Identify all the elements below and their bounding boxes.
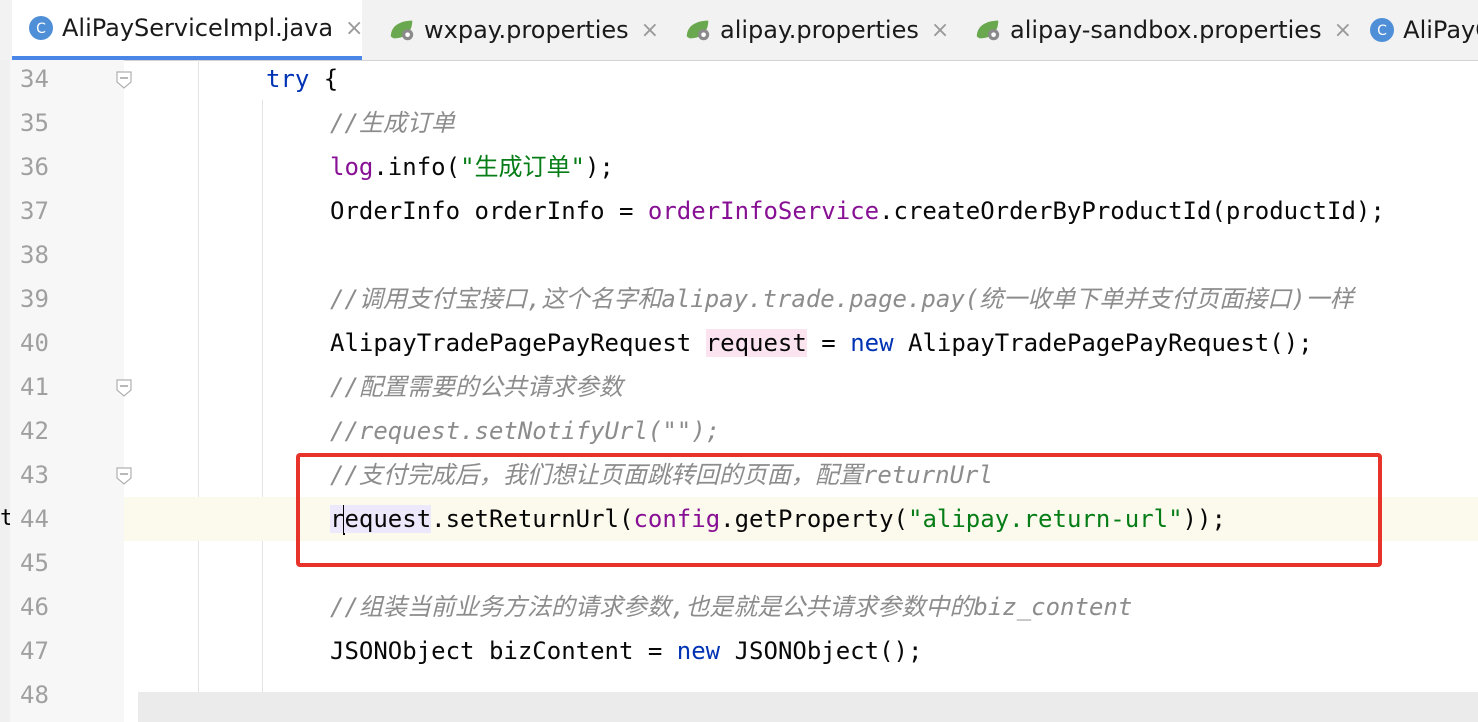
code-line[interactable] xyxy=(0,233,1478,277)
code-text: //配置需要的公共请求参数 xyxy=(330,365,623,409)
svg-text:C: C xyxy=(36,21,46,37)
code-text: //调用支付宝接口,这个名字和alipay.trade.page.pay(统一收… xyxy=(330,277,1354,321)
code-token: JSONObject bizContent = xyxy=(330,637,677,665)
code-text: AlipayTradePagePayRequest request = new … xyxy=(330,321,1313,365)
tab-label: alipay-sandbox.properties xyxy=(1010,16,1322,44)
code-token: //调用支付宝接口,这个名字和alipay.trade.page.pay(统一收… xyxy=(330,285,1354,313)
line-number: 42 xyxy=(20,417,49,445)
line-number: 36 xyxy=(20,153,49,181)
code-token: //生成订单 xyxy=(330,109,455,137)
line-number: 45 xyxy=(20,549,49,577)
editor-tab[interactable]: C AliPayC xyxy=(1352,0,1478,60)
line-number: 35 xyxy=(20,109,49,137)
horizontal-scrollbar[interactable] xyxy=(138,692,1478,722)
tab-label: AliPayServiceImpl.java xyxy=(62,14,334,42)
code-line[interactable] xyxy=(0,57,1478,101)
code-token: try xyxy=(266,65,310,93)
line-number: 41 xyxy=(20,373,49,401)
code-token: new xyxy=(676,637,721,665)
svg-text:C: C xyxy=(1377,23,1387,39)
code-token: log xyxy=(330,153,374,181)
editor-tab[interactable]: alipay.properties × xyxy=(668,0,949,60)
properties-file-icon xyxy=(974,16,1002,44)
line-number: 39 xyxy=(20,285,49,313)
fold-marker-icon[interactable] xyxy=(116,467,132,485)
code-token: .createOrderByProductId(productId); xyxy=(879,197,1385,225)
code-token: new xyxy=(850,329,894,357)
code-token: //组装当前业务方法的请求参数,也是就是公共请求参数中的biz_content xyxy=(330,593,1133,621)
code-token: AlipayTradePagePayRequest(); xyxy=(893,329,1313,357)
code-text: //request.setNotifyUrl(""); xyxy=(330,409,720,453)
fold-marker-icon[interactable] xyxy=(116,71,132,89)
properties-file-icon xyxy=(388,16,416,44)
tab-label: wxpay.properties xyxy=(424,16,629,44)
code-token: OrderInfo orderInfo = xyxy=(330,197,648,225)
editor-tab[interactable]: C AliPayServiceImpl.java × xyxy=(12,0,363,60)
editor-tab[interactable]: wxpay.properties × xyxy=(372,0,659,60)
editor-tab-bar: C AliPayServiceImpl.java × wxpay.properties… xyxy=(0,0,1478,61)
code-line[interactable] xyxy=(0,409,1478,453)
close-tab-icon[interactable]: × xyxy=(931,18,949,43)
code-token: = xyxy=(806,329,851,357)
code-token: //配置需要的公共请求参数 xyxy=(330,373,623,401)
properties-file-icon xyxy=(684,16,712,44)
line-number: 44 xyxy=(20,505,49,533)
code-token: ); xyxy=(584,153,614,181)
code-line[interactable] xyxy=(0,365,1478,409)
code-token: //request.setNotifyUrl(""); xyxy=(330,417,721,445)
line-number: 34 xyxy=(20,65,49,93)
line-number: 43 xyxy=(20,461,49,489)
code-token: AlipayTradePagePayRequest xyxy=(330,329,706,357)
close-tab-icon[interactable]: × xyxy=(1334,18,1352,43)
code-token: JSONObject(); xyxy=(720,637,923,665)
code-token: request xyxy=(705,329,807,357)
code-token: "生成订单" xyxy=(460,153,585,181)
line-number: 37 xyxy=(20,197,49,225)
code-text: JSONObject bizContent = new JSONObject()… xyxy=(330,629,922,673)
code-token: .info( xyxy=(373,153,461,181)
fold-marker-icon[interactable] xyxy=(116,379,132,397)
java-class-icon: C xyxy=(28,14,54,42)
line-number: 48 xyxy=(20,681,49,709)
code-token: orderInfoService xyxy=(647,197,880,225)
tab-label: AliPayC xyxy=(1403,16,1478,44)
line-number: 47 xyxy=(20,637,49,665)
code-line[interactable] xyxy=(0,101,1478,145)
code-line[interactable] xyxy=(0,145,1478,189)
code-text: try { xyxy=(266,57,338,101)
close-tab-icon[interactable]: × xyxy=(641,18,659,43)
line-number: 40 xyxy=(20,329,49,357)
code-text: //生成订单 xyxy=(330,101,455,145)
code-text: //组装当前业务方法的请求参数,也是就是公共请求参数中的biz_content xyxy=(330,585,1132,629)
code-text: log.info("生成订单"); xyxy=(330,145,614,189)
code-token: { xyxy=(309,65,339,93)
line-number: 38 xyxy=(20,241,49,269)
highlight-annotation-box xyxy=(296,453,1382,567)
line-number: 46 xyxy=(20,593,49,621)
code-text: OrderInfo orderInfo = orderInfoService.c… xyxy=(330,189,1385,233)
editor-tab[interactable]: alipay-sandbox.properties × xyxy=(958,0,1352,60)
java-class-icon: C xyxy=(1368,16,1395,44)
close-tab-icon[interactable]: × xyxy=(345,16,363,41)
tab-label: alipay.properties xyxy=(720,16,919,44)
